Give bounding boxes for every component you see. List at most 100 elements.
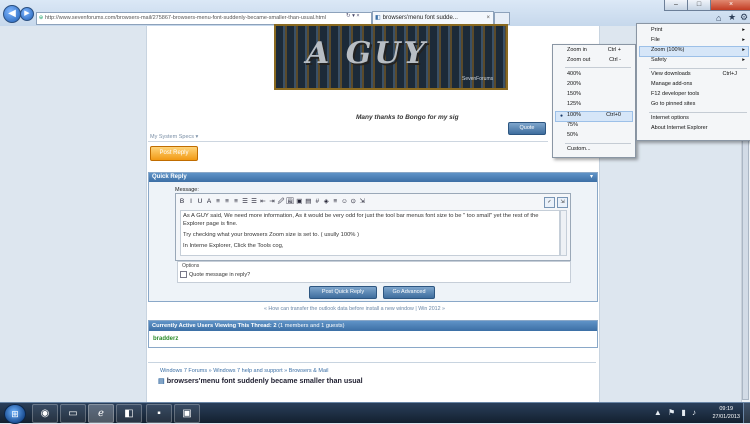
zoom-menu-item[interactable]: 150% xyxy=(567,91,581,97)
clock[interactable]: 09:19 27/01/2013 xyxy=(712,405,740,421)
spellcheck-icon[interactable]: ✓ xyxy=(544,197,555,208)
toolbar-button[interactable]: ☺ xyxy=(340,196,348,208)
window-close-button[interactable]: × xyxy=(710,0,750,11)
toolbar-button[interactable]: ≡ xyxy=(232,196,240,208)
menu-separator xyxy=(649,68,747,69)
back-button[interactable]: ◀ xyxy=(3,5,21,23)
quote-message-checkbox[interactable]: Quote message in reply? xyxy=(180,271,250,278)
minimize-button[interactable]: – xyxy=(664,0,688,11)
address-actions[interactable]: ↻ ▾ × xyxy=(346,13,360,19)
tools-icon[interactable]: ⚙ xyxy=(740,12,748,23)
toolbar-button[interactable]: ⇤ xyxy=(259,196,267,208)
toolbar-button[interactable]: ▣ xyxy=(295,196,303,208)
active-users-header: Currently Active Users Viewing This Thre… xyxy=(149,321,597,331)
toolbar-button[interactable]: ▤ xyxy=(304,196,312,208)
toolbar-button[interactable]: ⊙ xyxy=(349,196,357,208)
go-advanced-button[interactable]: Go Advanced xyxy=(383,286,435,299)
zoom-menu-item[interactable]: 100% xyxy=(567,112,581,118)
tab-active[interactable]: ◧ browsers'menu font sudde... × xyxy=(372,11,494,25)
tools-menu-item[interactable]: Manage add-ons xyxy=(651,81,692,87)
toolbar-button[interactable]: ☰ xyxy=(241,196,249,208)
toolbar-button[interactable]: ◈ xyxy=(322,196,330,208)
tools-menu-item[interactable]: File xyxy=(651,37,660,43)
tools-menu-item[interactable]: Safety xyxy=(651,57,667,63)
active-users-panel: Currently Active Users Viewing This Thre… xyxy=(148,320,598,348)
toolbar-button[interactable]: ≡ xyxy=(223,196,231,208)
tools-menu-item[interactable]: Print xyxy=(651,27,662,33)
toolbar-button[interactable]: A xyxy=(205,196,213,208)
favorites-icon[interactable]: ★ xyxy=(728,12,736,23)
folder-icon[interactable]: ▭ xyxy=(60,404,86,423)
thread-navigation[interactable]: « How can transfer the outlook data befo… xyxy=(264,306,445,312)
tools-menu-item[interactable]: View downloads xyxy=(651,71,691,77)
signature-thanks: Many thanks to Bongo for my sig xyxy=(356,114,459,121)
tools-menu-item[interactable]: About Internet Explorer xyxy=(651,125,708,131)
zoom-menu-item[interactable]: 400% xyxy=(567,71,581,77)
zoom-menu-item[interactable]: Custom... xyxy=(567,146,591,152)
system-specs-link[interactable]: My System Specs ▾ xyxy=(150,134,198,140)
toolbar-button[interactable]: ≡ xyxy=(331,196,339,208)
ie-icon[interactable]: ℯ xyxy=(88,404,114,423)
editor-toolbar: B I U A ≡ ≡ ≡ ☰ ☰ ⇤ ⇥ 🖉 🖼 ▣ ▤ # ◈ ≡ ☺ ⊙ ⇲ xyxy=(178,196,566,208)
message-textarea[interactable]: As A GUY said, We need more information,… xyxy=(180,210,560,256)
home-icon[interactable]: ⌂ xyxy=(716,13,721,23)
breadcrumb-path: Windows 7 Forums » Windows 7 help and su… xyxy=(160,368,328,374)
address-text: http://www.sevenforums.com/browsers-mail… xyxy=(45,15,326,21)
post-reply-button[interactable]: Post Reply xyxy=(150,146,198,161)
signature-title: A GUY xyxy=(306,36,428,71)
clock-date: 27/01/2013 xyxy=(712,414,740,420)
show-desktop-button[interactable] xyxy=(743,403,750,423)
quick-reply-panel: Quick Reply ▾ Message: B I U A ≡ ≡ ≡ ☰ ☰ ⇤ ⇥ 🖉 🖼 ▣ ▤ # ◈… xyxy=(148,172,598,302)
message-paragraph: In Interne Explorer, Click the Tools cog… xyxy=(183,243,284,249)
textarea-scrollbar[interactable] xyxy=(560,210,567,256)
editor-toolbar-right: ✓ ⇲ xyxy=(542,196,568,208)
breadcrumb-link[interactable]: Windows 7 help and support xyxy=(213,368,282,374)
tools-menu-item[interactable]: F12 developer tools xyxy=(651,91,699,97)
toolbar-button[interactable]: ≡ xyxy=(214,196,222,208)
toolbar-button[interactable]: ☰ xyxy=(250,196,258,208)
collapse-icon[interactable]: ▾ xyxy=(590,173,593,180)
start-button[interactable]: ⊞ xyxy=(4,404,26,424)
tools-menu: Print ▸ File ▸ Zoom (100%) ▸ Safety ▸ View downl… xyxy=(636,23,750,141)
chrome-icon[interactable]: ◉ xyxy=(32,404,58,423)
toolbar-button[interactable]: ⇥ xyxy=(268,196,276,208)
toolbar-button[interactable]: I xyxy=(187,196,195,208)
submenu-arrow-icon: ▸ xyxy=(742,37,745,43)
toolbar-button[interactable]: 🖉 xyxy=(277,196,285,208)
active-user-link[interactable]: bradderz xyxy=(153,336,178,342)
cmd-icon[interactable]: ▪ xyxy=(146,404,172,423)
display-icon[interactable]: ▣ xyxy=(174,404,200,423)
zoom-menu-item[interactable]: 125% xyxy=(567,101,581,107)
toolbar-button[interactable]: U xyxy=(196,196,204,208)
post-quick-reply-button[interactable]: Post Quick Reply xyxy=(309,286,377,299)
tab-favicon: ◧ xyxy=(375,15,381,21)
forward-button[interactable]: ▶ xyxy=(20,7,34,21)
toolbar-button[interactable]: B xyxy=(178,196,186,208)
zoom-menu-item[interactable]: 75% xyxy=(567,122,578,128)
toolbar-button[interactable]: ⇲ xyxy=(358,196,366,208)
tools-menu-item[interactable]: Go to pinned sites xyxy=(651,101,695,107)
breadcrumb-link[interactable]: Browsers & Mail xyxy=(289,368,329,374)
tools-menu-item[interactable]: Internet options xyxy=(651,115,689,121)
breadcrumb-link[interactable]: Windows 7 Forums xyxy=(160,368,207,374)
quick-reply-header: Quick Reply xyxy=(149,173,597,182)
zoom-menu-item[interactable]: 50% xyxy=(567,132,578,138)
toolbar-button[interactable]: 🖼 xyxy=(286,196,294,208)
quote-button[interactable]: Quote xyxy=(508,122,546,135)
submenu-arrow-icon: ▸ xyxy=(742,27,745,33)
active-users-detail: (1 members and 1 guests) xyxy=(278,323,345,329)
zoom-menu-item[interactable]: Zoom in xyxy=(567,47,587,53)
toolbar-button[interactable]: # xyxy=(313,196,321,208)
zoom-menu-item[interactable]: Zoom out xyxy=(567,57,590,63)
menu-shortcut: Ctrl+0 xyxy=(606,112,621,118)
options-label: Options xyxy=(182,263,200,269)
switch-mode-icon[interactable]: ⇲ xyxy=(557,197,568,208)
zoom-menu-item[interactable]: 200% xyxy=(567,81,581,87)
message-editor: B I U A ≡ ≡ ≡ ☰ ☰ ⇤ ⇥ 🖉 🖼 ▣ ▤ # ◈ ≡ ☺ ⊙ ⇲ ✓ ⇲ As A GUY said, … xyxy=(175,193,571,261)
system-tray[interactable]: ▲ ⚑ ▮ ♪ xyxy=(654,408,698,417)
maximize-button[interactable]: □ xyxy=(687,0,711,11)
checkbox-icon[interactable] xyxy=(180,271,187,278)
tools-menu-item[interactable]: Zoom (100%) xyxy=(651,47,684,53)
thread-title-text: browsers'menu font suddenly became small… xyxy=(166,376,363,385)
forum-app-icon[interactable]: ◧ xyxy=(116,404,142,423)
